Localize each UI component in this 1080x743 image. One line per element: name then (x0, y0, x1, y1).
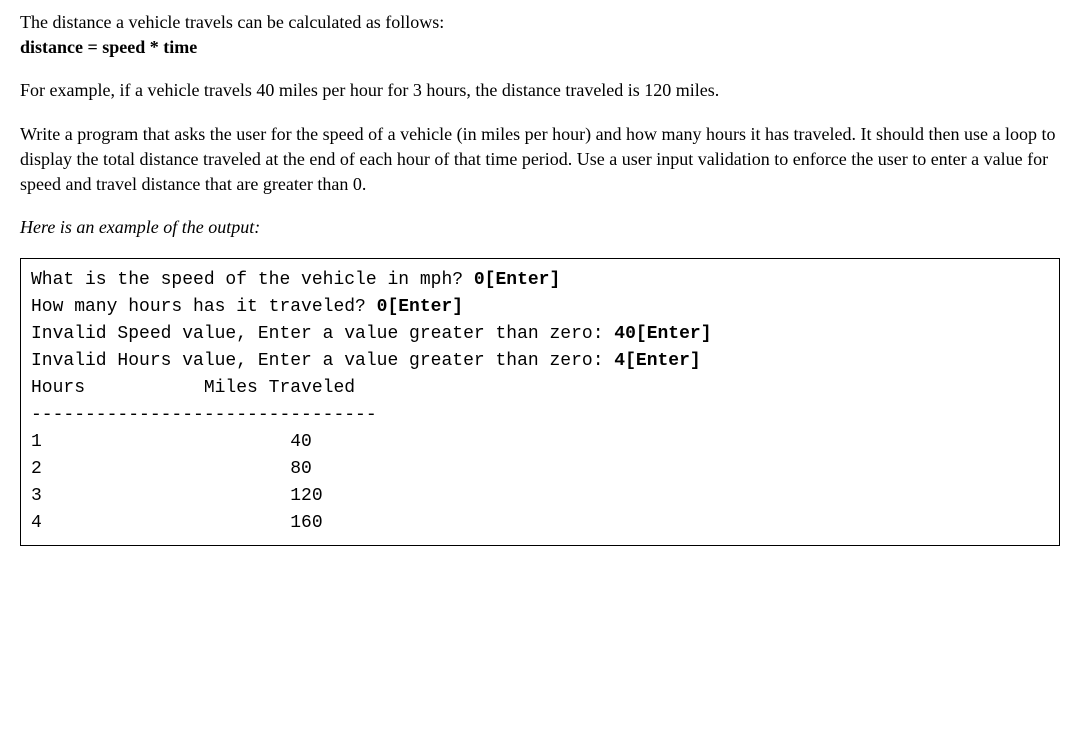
prompt-hours: How many hours has it traveled? (31, 297, 377, 317)
table-row: 2 80 (31, 459, 312, 479)
table-row: 1 40 (31, 432, 312, 452)
intro-line1: The distance a vehicle travels can be ca… (20, 12, 444, 32)
invalid-hours-msg: Invalid Hours value, Enter a value great… (31, 351, 614, 371)
example-paragraph: For example, if a vehicle travels 40 mil… (20, 78, 1060, 103)
intro-paragraph: The distance a vehicle travels can be ca… (20, 10, 1060, 60)
input-hours: 0[Enter] (377, 297, 463, 317)
output-label: Here is an example of the output: (20, 215, 1060, 240)
prompt-speed: What is the speed of the vehicle in mph? (31, 270, 474, 290)
table-header: Hours Miles Traveled (31, 378, 355, 398)
table-row: 3 120 (31, 486, 323, 506)
table-row: 4 160 (31, 513, 323, 533)
input-speed-retry: 40[Enter] (614, 324, 711, 344)
code-output-box: What is the speed of the vehicle in mph?… (20, 258, 1060, 546)
formula: distance = speed * time (20, 37, 197, 57)
instructions-paragraph: Write a program that asks the user for t… (20, 122, 1060, 198)
input-speed: 0[Enter] (474, 270, 560, 290)
input-hours-retry: 4[Enter] (614, 351, 700, 371)
invalid-speed-msg: Invalid Speed value, Enter a value great… (31, 324, 614, 344)
table-divider: -------------------------------- (31, 405, 377, 425)
